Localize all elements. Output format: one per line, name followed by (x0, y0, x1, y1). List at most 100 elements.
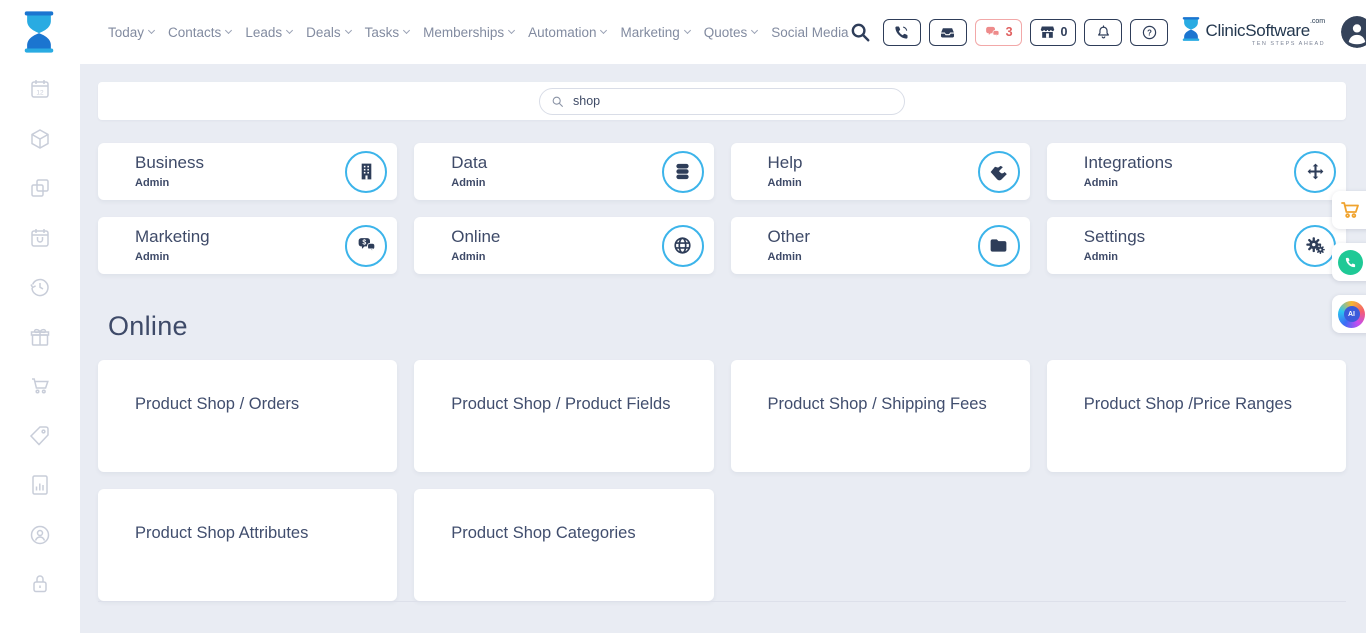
card-title: Product Shop / Product Fields (451, 395, 670, 413)
search-box[interactable] (539, 88, 905, 115)
card-product-shop-price-ranges[interactable]: Product Shop /Price Ranges (1047, 360, 1346, 472)
notifications-button[interactable] (1084, 19, 1122, 46)
card-product-shop-shipping-fees[interactable]: Product Shop / Shipping Fees (731, 360, 1030, 472)
category-title: Online (451, 227, 653, 247)
category-card-data[interactable]: Data Admin (414, 143, 713, 200)
category-subtitle: Admin (451, 251, 653, 263)
section-title-online: Online (108, 311, 188, 342)
help-icon: ? (1141, 24, 1158, 41)
history-icon[interactable] (28, 275, 52, 299)
nav-quotes-label: Quotes (704, 25, 748, 40)
shop-card-grid: Product Shop / Orders Product Shop / Pro… (98, 360, 1346, 601)
nav-automation-label: Automation (528, 25, 596, 40)
chevron-down-icon (508, 27, 515, 34)
tag-icon[interactable] (28, 424, 52, 448)
bottom-divider (98, 601, 1346, 602)
copy-pages-icon[interactable] (28, 176, 52, 200)
calendar-icon[interactable]: 12 (28, 77, 52, 101)
category-title: Settings (1084, 227, 1286, 247)
nav-marketing-label: Marketing (620, 25, 679, 40)
nav-deals[interactable]: Deals (306, 25, 351, 40)
padlock-icon[interactable] (28, 572, 52, 596)
chat-bubbles-icon (984, 24, 1001, 41)
search-input[interactable] (571, 93, 893, 109)
cart-icon[interactable] (28, 374, 52, 398)
card-product-shop-orders[interactable]: Product Shop / Orders (98, 360, 397, 472)
inbox-button[interactable] (929, 19, 967, 46)
user-avatar-icon (1341, 16, 1366, 48)
nav-tasks[interactable]: Tasks (365, 25, 410, 40)
store-count-badge: 0 (1061, 25, 1068, 39)
calendar-bag-icon[interactable] (28, 226, 52, 250)
gears-icon (1294, 225, 1336, 267)
chevron-down-icon (286, 27, 293, 34)
nav-today-label: Today (108, 25, 144, 40)
cube-icon[interactable] (28, 127, 52, 151)
phone-icon (893, 24, 910, 41)
nav-today[interactable]: Today (108, 25, 154, 40)
inbox-icon (939, 24, 956, 41)
gift-icon[interactable] (28, 325, 52, 349)
store-icon (1039, 24, 1056, 41)
clinicsoftware-logo[interactable]: ClinicSoftware.com TEN STEPS AHEAD (1180, 16, 1325, 48)
nav-automation[interactable]: Automation (528, 25, 606, 40)
nav-memberships-label: Memberships (423, 25, 504, 40)
help-button[interactable]: ? (1130, 19, 1168, 46)
category-card-business[interactable]: Business Admin (98, 143, 397, 200)
floating-cart-button[interactable] (1332, 191, 1366, 229)
hourglass-icon (1180, 16, 1202, 42)
nav-marketing[interactable]: Marketing (620, 25, 689, 40)
category-card-settings[interactable]: Settings Admin (1047, 217, 1346, 274)
nav-leads-label: Leads (245, 25, 282, 40)
app-logo[interactable] (20, 6, 58, 58)
chevron-down-icon (403, 27, 410, 34)
category-card-help[interactable]: Help Admin (731, 143, 1030, 200)
phone-button[interactable] (883, 19, 921, 46)
card-product-shop-categories[interactable]: Product Shop Categories (414, 489, 713, 601)
chevron-down-icon (225, 27, 232, 34)
search-panel (98, 82, 1346, 120)
store-button[interactable]: 0 (1030, 19, 1077, 46)
chat-button[interactable]: 3 (975, 19, 1022, 46)
main-nav: Today Contacts Leads Deals Tasks Members… (108, 25, 849, 40)
category-card-marketing[interactable]: Marketing Admin $ (98, 217, 397, 274)
svg-text:$: $ (362, 240, 366, 247)
hourglass-icon (20, 9, 58, 55)
user-circle-icon[interactable] (28, 523, 52, 547)
category-card-online[interactable]: Online Admin (414, 217, 713, 274)
category-card-integrations[interactable]: Integrations Admin (1047, 143, 1346, 200)
svg-text:12: 12 (36, 90, 44, 97)
card-product-shop-attributes[interactable]: Product Shop Attributes (98, 489, 397, 601)
report-icon[interactable] (28, 473, 52, 497)
ai-icon-label: AI (1344, 306, 1360, 322)
nav-leads[interactable]: Leads (245, 25, 292, 40)
avatar[interactable] (1341, 16, 1366, 48)
nav-memberships[interactable]: Memberships (423, 25, 514, 40)
top-bar: Today Contacts Leads Deals Tasks Members… (0, 0, 1366, 64)
nav-social-media-label: Social Media (771, 25, 848, 40)
category-title: Business (135, 153, 337, 173)
card-title: Product Shop /Price Ranges (1084, 395, 1292, 413)
category-title: Other (768, 227, 970, 247)
chat-dollar-icon: $ (345, 225, 387, 267)
search-icon (551, 95, 564, 108)
nav-quotes[interactable]: Quotes (704, 25, 758, 40)
whatsapp-icon (1338, 250, 1363, 275)
chevron-down-icon (751, 27, 758, 34)
brand-name: ClinicSoftware (1205, 21, 1309, 40)
search-icon[interactable] (849, 21, 871, 43)
brand-tld: .com (1310, 18, 1325, 25)
floating-whatsapp-button[interactable] (1332, 243, 1366, 281)
folder-icon (978, 225, 1020, 267)
nav-contacts[interactable]: Contacts (168, 25, 231, 40)
card-product-shop-product-fields[interactable]: Product Shop / Product Fields (414, 360, 713, 472)
category-subtitle: Admin (1084, 251, 1286, 263)
category-title: Integrations (1084, 153, 1286, 173)
category-card-other[interactable]: Other Admin (731, 217, 1030, 274)
nav-social-media[interactable]: Social Media (771, 25, 848, 40)
main-content: Business Admin Data Admin Help Admin (80, 64, 1366, 633)
ai-icon: AI (1338, 301, 1365, 328)
brand-text: ClinicSoftware.com TEN STEPS AHEAD (1205, 16, 1325, 48)
floating-ai-button[interactable]: AI (1332, 295, 1366, 333)
card-title: Product Shop Attributes (135, 524, 308, 542)
